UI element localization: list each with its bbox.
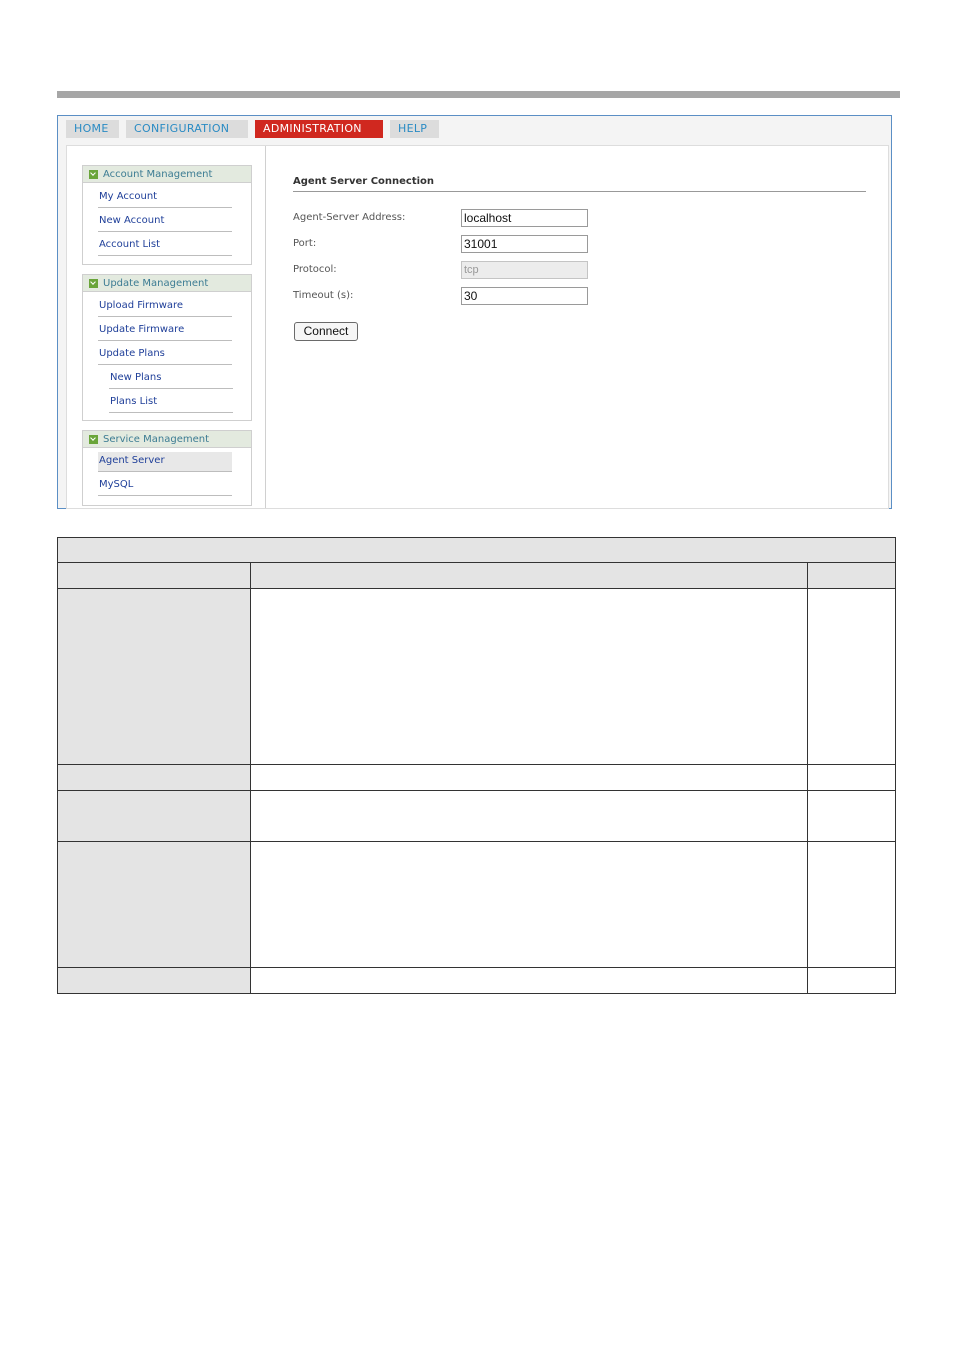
port-label: Port:	[293, 238, 317, 249]
table-cell	[58, 563, 251, 588]
chevron-down-icon	[89, 169, 98, 179]
table-cell	[251, 563, 808, 588]
page-body: Account Management My Account New Accoun…	[66, 145, 889, 509]
table-cell	[251, 765, 808, 790]
tab-help[interactable]: HELP	[390, 120, 439, 138]
sidebar-item-plans-list[interactable]: Plans List	[109, 393, 233, 413]
table-cell	[251, 968, 808, 993]
table-row	[58, 765, 895, 791]
sidebar-item-update-firmware[interactable]: Update Firmware	[98, 321, 232, 341]
agent-server-address-input[interactable]: localhost	[461, 209, 588, 227]
sidebar-item-agent-server[interactable]: Agent Server	[98, 452, 232, 472]
table-cell	[58, 589, 251, 764]
agent-server-address-label: Agent-Server Address:	[293, 212, 406, 223]
top-nav: HOME CONFIGURATION ADMINISTRATION HELP	[66, 120, 439, 138]
table-row	[58, 791, 895, 842]
chevron-down-icon	[89, 434, 98, 444]
table-cell	[808, 791, 895, 841]
table-cell	[58, 765, 251, 790]
tab-home[interactable]: HOME	[66, 120, 119, 138]
table-row	[58, 968, 895, 993]
table-cell	[58, 791, 251, 841]
protocol-label: Protocol:	[293, 264, 337, 275]
account-management-group: Account Management My Account New Accoun…	[82, 165, 252, 265]
table-cell	[58, 842, 251, 967]
port-input[interactable]: 31001	[461, 235, 588, 253]
top-divider-rule	[57, 91, 900, 98]
admin-screenshot-frame: HOME CONFIGURATION ADMINISTRATION HELP A…	[57, 115, 892, 509]
timeout-label: Timeout (s):	[293, 290, 354, 301]
update-management-group: Update Management Upload Firmware Update…	[82, 274, 252, 421]
tab-administration[interactable]: ADMINISTRATION	[255, 120, 383, 138]
table-cell	[808, 563, 895, 588]
update-management-header[interactable]: Update Management	[83, 275, 251, 292]
table-caption-row	[58, 538, 895, 563]
protocol-input: tcp	[461, 261, 588, 279]
table-cell	[808, 968, 895, 993]
group-title: Account Management	[103, 168, 213, 180]
service-management-group: Service Management Agent Server MySQL	[82, 430, 252, 506]
chevron-down-icon	[89, 278, 98, 288]
group-title: Update Management	[103, 277, 209, 289]
section-title: Agent Server Connection	[293, 176, 866, 192]
sidebar-item-my-account[interactable]: My Account	[98, 188, 232, 208]
sidebar-item-account-list[interactable]: Account List	[98, 236, 232, 256]
account-management-header[interactable]: Account Management	[83, 166, 251, 183]
group-title: Service Management	[103, 433, 210, 445]
table-header-row	[58, 563, 895, 589]
table-cell	[808, 765, 895, 790]
table-cell	[808, 842, 895, 967]
sidebar: Account Management My Account New Accoun…	[67, 146, 266, 508]
table-cell	[251, 791, 808, 841]
description-table	[57, 537, 896, 994]
table-cell	[808, 589, 895, 764]
table-cell	[251, 589, 808, 764]
connect-button[interactable]: Connect	[294, 322, 358, 341]
service-management-header[interactable]: Service Management	[83, 431, 251, 448]
table-row	[58, 589, 895, 765]
sidebar-item-update-plans[interactable]: Update Plans	[98, 345, 232, 365]
sidebar-item-mysql[interactable]: MySQL	[98, 476, 232, 496]
timeout-input[interactable]: 30	[461, 287, 588, 305]
sidebar-item-upload-firmware[interactable]: Upload Firmware	[98, 297, 232, 317]
table-cell	[251, 842, 808, 967]
tab-configuration[interactable]: CONFIGURATION	[126, 120, 248, 138]
sidebar-item-new-plans[interactable]: New Plans	[109, 369, 233, 389]
table-cell	[58, 968, 251, 993]
sidebar-item-new-account[interactable]: New Account	[98, 212, 232, 232]
table-row	[58, 842, 895, 968]
